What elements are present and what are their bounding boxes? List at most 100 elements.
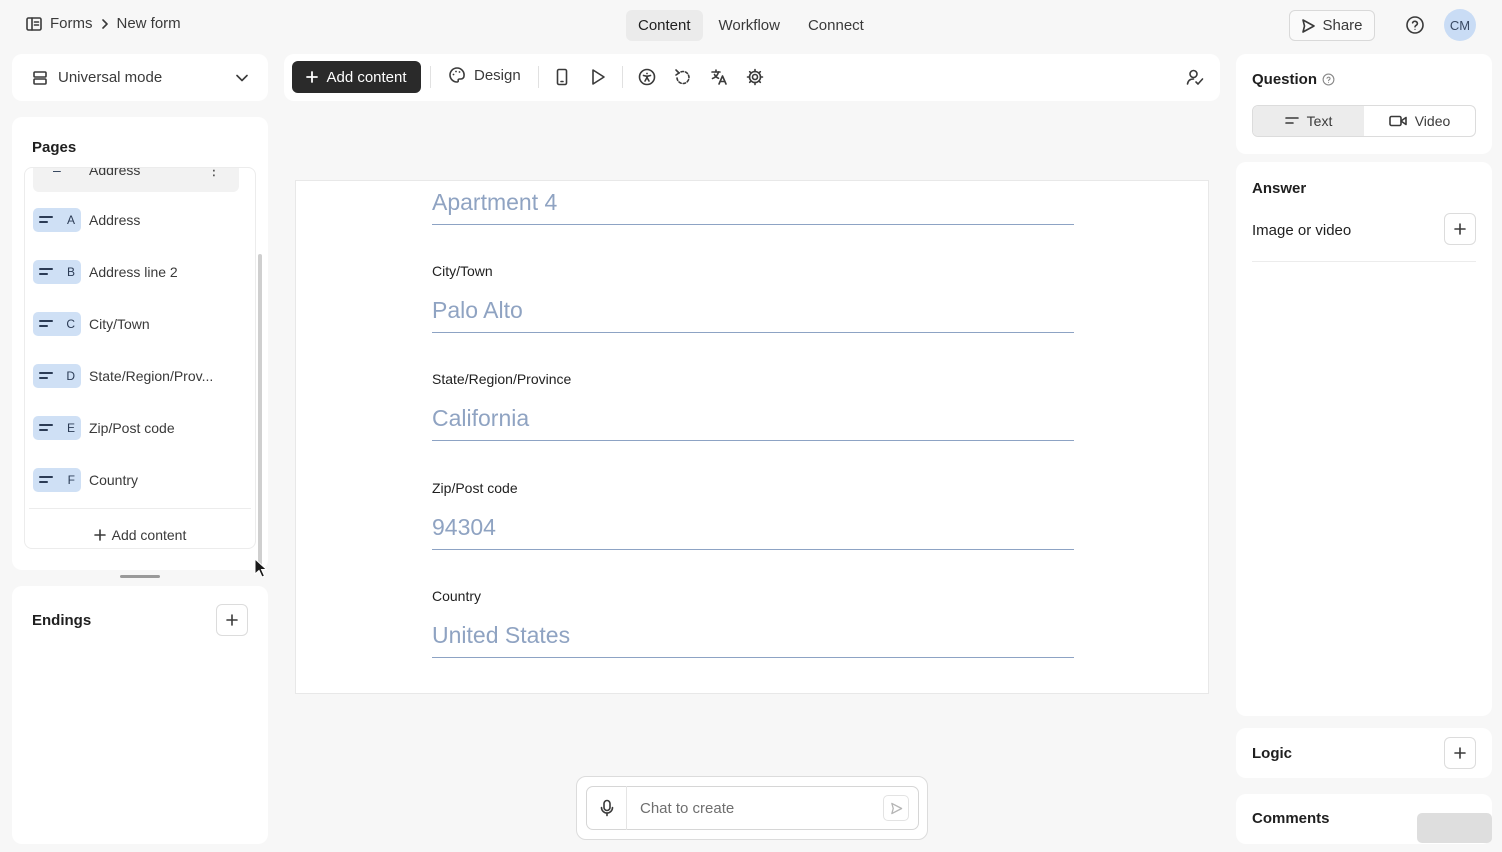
city-town-label: City/Town xyxy=(432,263,493,279)
chat-placeholder: Chat to create xyxy=(640,799,735,817)
plus-icon xyxy=(1454,223,1466,235)
drag-handle-icon[interactable]: – xyxy=(33,168,81,178)
sidebar-item-country[interactable]: F Country xyxy=(33,458,239,502)
short-text-badge: F xyxy=(33,468,81,492)
more-icon[interactable]: ⋮ xyxy=(207,168,221,179)
short-text-badge: C xyxy=(33,312,81,336)
add-content-button[interactable]: Add content xyxy=(292,61,421,93)
tab-content[interactable]: Content xyxy=(626,10,703,41)
zip-post-code-input[interactable]: 94304 xyxy=(432,506,1074,550)
question-type-video[interactable]: Video xyxy=(1364,106,1475,136)
logic-title: Logic xyxy=(1252,745,1292,762)
chat-box: Chat to create xyxy=(576,776,928,840)
chevron-down-icon xyxy=(236,74,248,82)
plus-icon xyxy=(93,529,106,541)
recording-controls[interactable] xyxy=(1417,813,1492,843)
add-content-link[interactable]: Add content xyxy=(25,520,255,548)
sidebar-item-address[interactable]: A Address xyxy=(33,198,239,242)
avatar[interactable]: CM xyxy=(1444,9,1476,41)
info-icon[interactable] xyxy=(1322,73,1335,86)
tab-connect[interactable]: Connect xyxy=(796,10,876,41)
question-title: Question xyxy=(1252,71,1318,88)
page-item-label: Zip/Post code xyxy=(89,420,175,436)
zip-post-code-label: Zip/Post code xyxy=(432,480,518,496)
translate-icon[interactable] xyxy=(710,68,728,86)
list-item[interactable]: – Address ⋮ xyxy=(33,167,239,192)
state-region-input[interactable]: California xyxy=(432,397,1074,441)
send-button[interactable] xyxy=(883,795,909,821)
page-item-label: Address xyxy=(89,167,141,178)
toolbar-divider xyxy=(538,66,539,88)
forms-icon[interactable] xyxy=(26,16,42,31)
sidebar-item-zip-post-code[interactable]: E Zip/Post code xyxy=(33,406,239,450)
endings-panel: Endings xyxy=(12,586,268,844)
user-check-icon[interactable] xyxy=(1186,68,1204,86)
settings-gear-icon[interactable] xyxy=(746,68,764,86)
question-type-text[interactable]: Text xyxy=(1253,106,1364,136)
short-text-icon xyxy=(39,372,53,380)
breadcrumb-current[interactable]: New form xyxy=(117,15,181,32)
send-icon xyxy=(890,802,902,814)
short-text-icon xyxy=(39,320,53,328)
help-icon[interactable] xyxy=(1405,15,1425,35)
address-line-2-input[interactable]: Apartment 4 xyxy=(432,181,1074,225)
mouse-cursor-icon xyxy=(254,558,268,578)
state-region-label: State/Region/Province xyxy=(432,371,572,387)
image-or-video-label: Image or video xyxy=(1252,222,1352,239)
breadcrumb: Forms New form xyxy=(26,15,181,32)
layers-icon xyxy=(32,70,48,86)
short-text-badge: D xyxy=(33,364,81,388)
short-text-badge: E xyxy=(33,416,81,440)
short-text-icon xyxy=(1284,116,1299,126)
answer-title: Answer xyxy=(1252,180,1307,197)
question-panel: Question Text Video xyxy=(1236,54,1492,154)
add-logic-button[interactable] xyxy=(1444,737,1476,769)
logic-loop-icon[interactable] xyxy=(674,68,692,86)
endings-title: Endings xyxy=(32,612,92,629)
plus-icon xyxy=(226,614,238,626)
add-ending-button[interactable] xyxy=(216,604,248,636)
toolbar-divider xyxy=(430,66,431,88)
page-item-label: Address xyxy=(89,212,141,228)
accessibility-icon[interactable] xyxy=(638,68,656,86)
answer-panel: Answer Image or video xyxy=(1236,162,1492,716)
toolbar-divider xyxy=(622,66,623,88)
page-item-label: Address line 2 xyxy=(89,264,178,280)
add-image-or-video-button[interactable] xyxy=(1444,213,1476,245)
breadcrumb-forms-link[interactable]: Forms xyxy=(50,15,93,32)
mode-label: Universal mode xyxy=(58,69,163,86)
sidebar-item-address-line-2[interactable]: B Address line 2 xyxy=(33,250,239,294)
page-item-label: State/Region/Prov... xyxy=(89,368,214,384)
chat-input[interactable]: Chat to create xyxy=(586,786,919,830)
city-town-input[interactable]: Palo Alto xyxy=(432,289,1074,333)
country-input[interactable]: United States xyxy=(432,614,1074,658)
sidebar-item-state-region[interactable]: D State/Region/Prov... xyxy=(33,354,239,398)
country-label: Country xyxy=(432,588,482,604)
short-text-badge: A xyxy=(33,208,81,232)
tab-workflow[interactable]: Workflow xyxy=(707,10,792,41)
sidebar-item-city-town[interactable]: C City/Town xyxy=(33,302,239,346)
share-button[interactable]: Share xyxy=(1289,10,1375,41)
editor-toolbar: Add content Design xyxy=(284,54,1220,101)
design-button[interactable]: Design xyxy=(448,66,521,84)
mobile-preview-icon[interactable] xyxy=(555,68,569,86)
play-preview-icon[interactable] xyxy=(590,68,606,86)
question-type-toggle: Text Video xyxy=(1252,105,1476,137)
short-text-icon xyxy=(39,476,53,484)
plus-icon xyxy=(306,71,319,83)
palette-icon xyxy=(448,66,466,84)
panel-resize-handle[interactable] xyxy=(120,575,160,578)
short-text-icon xyxy=(39,268,53,276)
plus-icon xyxy=(1454,747,1466,759)
short-text-icon xyxy=(39,216,53,224)
mode-selector[interactable]: Universal mode xyxy=(12,54,268,101)
pages-title: Pages xyxy=(32,139,77,156)
pages-list[interactable]: – Address ⋮ A Address B Address line 2 C… xyxy=(24,167,256,549)
short-text-icon xyxy=(39,424,53,432)
list-divider xyxy=(29,508,251,509)
pages-panel: Pages – Address ⋮ A Address B Address li… xyxy=(12,117,268,570)
page-item-label: Country xyxy=(89,472,139,488)
comments-title: Comments xyxy=(1252,810,1330,827)
pages-scrollbar[interactable] xyxy=(258,254,262,566)
microphone-icon[interactable] xyxy=(587,786,627,830)
